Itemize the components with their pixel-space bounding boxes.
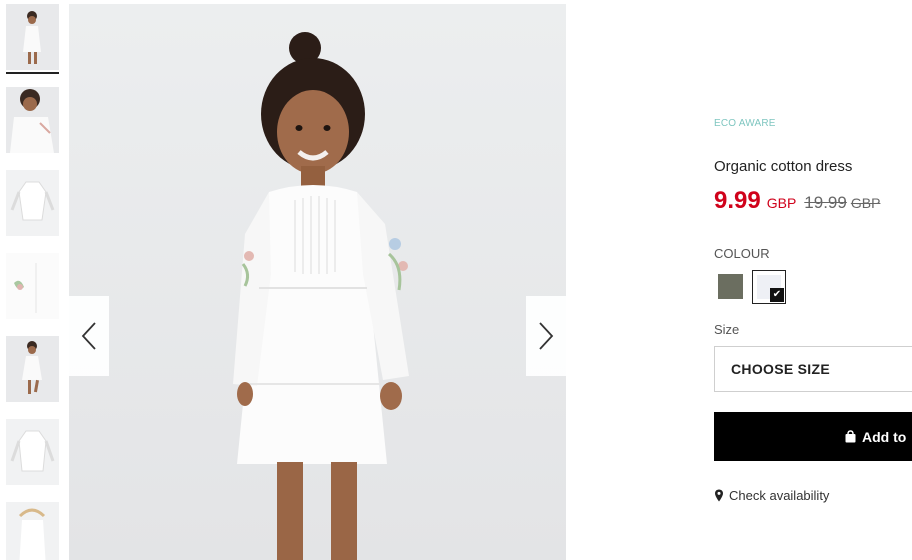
add-to-bag-button[interactable]: Add to [714,412,912,461]
add-to-bag-label: Add to [862,428,907,445]
location-pin-icon [715,489,723,502]
sale-price: 9.99 [714,187,761,214]
checkmark-icon: ✔ [770,288,784,302]
gallery-next-button[interactable] [526,296,566,376]
check-availability-link[interactable]: Check availability [714,488,829,503]
product-info-panel: ECO AWARE Organic cotton dress 9.99 GBP 19… [714,0,912,560]
size-label: Size [714,322,740,337]
gallery-prev-button[interactable] [69,296,109,376]
product-main-image [69,4,566,560]
girl-in-white-dress-photo [69,4,566,560]
thumbnail-girl-walking[interactable] [6,336,59,402]
original-price: 19.99 [804,193,847,212]
eco-aware-badge: ECO AWARE [714,118,776,129]
chevron-right-icon [539,322,554,350]
colour-swatch-white[interactable]: ✔ [752,270,786,304]
original-currency: GBP [850,195,881,211]
size-select-placeholder: CHOOSE SIZE [731,361,830,377]
colour-label: COLOUR [714,246,770,261]
size-select[interactable]: CHOOSE SIZE [714,346,912,392]
colour-swatch-white-fill: ✔ [757,275,784,302]
thumbnail-selected-indicator [6,72,59,74]
thumbnail-dress-flat-back[interactable] [6,419,59,485]
check-availability-label: Check availability [729,488,830,503]
thumbnail-dress-hanger[interactable] [6,502,59,560]
price-row: 9.99 GBP 19.99 GBP [714,187,880,215]
thumbnail-girl-front[interactable] [6,4,59,70]
colour-swatch-khaki[interactable] [718,274,743,299]
thumbnail-girl-closeup[interactable] [6,87,59,153]
thumbnail-sleeve-detail[interactable] [6,253,59,319]
shopping-bag-icon [845,430,856,443]
thumbnail-dress-flat-front[interactable] [6,170,59,236]
chevron-left-icon [81,322,96,350]
sale-currency: GBP [766,195,797,211]
product-title: Organic cotton dress [714,158,853,175]
